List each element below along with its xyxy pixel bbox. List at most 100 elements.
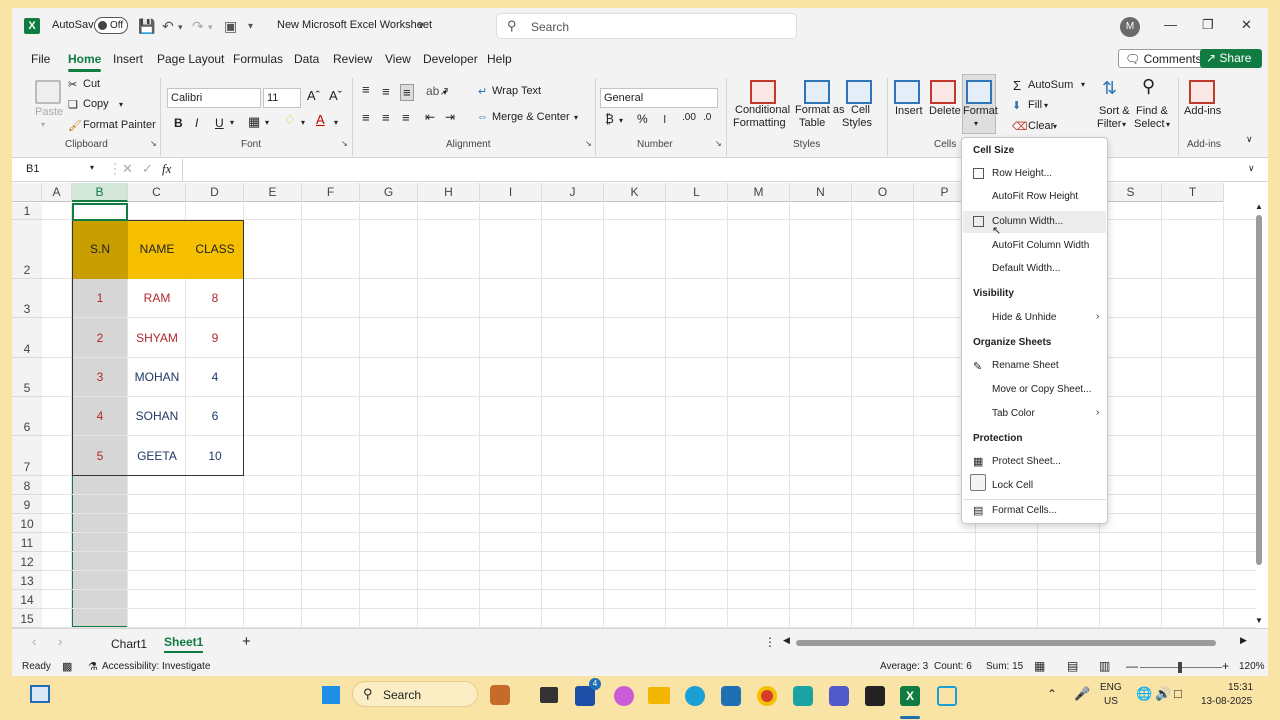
column-header-f[interactable]: F <box>302 183 360 202</box>
font-name-select[interactable]: Calibri <box>167 88 261 108</box>
borders-dropdown-icon[interactable]: ▾ <box>265 118 269 127</box>
taskbar-search[interactable]: ⚲ Search <box>352 681 478 707</box>
column-header-n[interactable]: N <box>790 183 852 202</box>
minimize-icon[interactable]: — <box>1164 17 1177 32</box>
format-cells-item[interactable]: Format Cells... <box>992 505 1057 516</box>
format-painter-button[interactable]: Format Painter <box>83 119 156 131</box>
row-header-13[interactable]: 13 <box>12 571 42 590</box>
row-header-10[interactable]: 10 <box>12 514 42 533</box>
row-header-2[interactable]: 2 <box>12 220 42 279</box>
sheet-tab-chart1[interactable]: Chart1 <box>111 637 147 651</box>
excel-taskbar-icon[interactable]: X <box>900 686 920 706</box>
number-format-select[interactable]: General <box>600 88 718 108</box>
paste-dropdown-icon[interactable]: ▾ <box>41 120 45 129</box>
microphone-icon[interactable]: 🎤 <box>1074 686 1090 702</box>
column-header-a[interactable]: A <box>42 183 72 202</box>
font-size-select[interactable]: 11 <box>263 88 301 108</box>
italic-button[interactable]: I <box>195 116 198 130</box>
row-header-5[interactable]: 5 <box>12 358 42 397</box>
clock-date[interactable]: 13-08-2025 <box>1201 696 1252 707</box>
column-header-h[interactable]: H <box>418 183 480 202</box>
scroll-left-icon[interactable]: ‹ <box>32 634 36 649</box>
row-header-15[interactable]: 15 <box>12 609 42 628</box>
avatar[interactable]: M <box>1120 17 1140 37</box>
conditional-formatting-icon[interactable] <box>750 80 776 104</box>
row-header-9[interactable]: 9 <box>12 495 42 514</box>
tab-color-item[interactable]: Tab Color <box>992 408 1035 419</box>
table-header-cell[interactable]: S.N <box>72 220 128 279</box>
table-cell[interactable]: GEETA <box>128 436 186 476</box>
addins-button[interactable]: Add-ins <box>1184 105 1221 117</box>
sort-filter-dropdown-icon[interactable]: ▾ <box>1122 120 1126 129</box>
tab-split-icon[interactable]: ⋮ <box>764 635 776 649</box>
currency-icon[interactable]: ₿ <box>605 112 614 126</box>
merge-center-button[interactable]: Merge & Center <box>492 111 570 123</box>
zoom-in-icon[interactable]: + <box>1222 659 1229 673</box>
currency-dropdown-icon[interactable]: ▾ <box>619 116 623 125</box>
library-app-icon[interactable] <box>490 685 510 705</box>
scroll-right-icon[interactable]: › <box>58 634 62 649</box>
autofit-row-height-item[interactable]: AutoFit Row Height <box>992 191 1078 202</box>
orientation-dropdown-icon[interactable]: ▾ <box>443 88 447 97</box>
save-icon[interactable]: 💾 <box>138 18 155 35</box>
horizontal-scrollbar-thumb[interactable] <box>796 640 1216 646</box>
autosum-button[interactable]: AutoSum <box>1028 79 1073 91</box>
formula-input[interactable] <box>192 163 952 179</box>
table-cell[interactable]: 10 <box>186 436 244 476</box>
file-explorer-icon[interactable] <box>648 687 670 704</box>
find-select-icon[interactable]: ⚲ <box>1142 76 1155 97</box>
cut-button[interactable]: Cut <box>83 78 100 90</box>
table-cell[interactable]: SHYAM <box>128 318 186 358</box>
protect-sheet-item[interactable]: Protect Sheet... <box>992 456 1061 467</box>
default-width-item[interactable]: Default Width... <box>992 263 1060 274</box>
teal-app-icon[interactable] <box>793 686 813 706</box>
font-launcher-icon[interactable]: ↘ <box>341 139 348 148</box>
column-width-item[interactable]: Column Width... <box>992 216 1063 227</box>
undo-icon[interactable]: ↶ <box>162 18 174 35</box>
select-all-corner[interactable] <box>12 183 42 202</box>
row-header-7[interactable]: 7 <box>12 436 42 476</box>
hscroll-right-icon[interactable]: ▶ <box>1240 635 1247 646</box>
sort-filter-button[interactable]: Sort & <box>1099 105 1130 117</box>
table-cell[interactable]: 5 <box>72 436 128 476</box>
clear-button[interactable]: Clear <box>1028 120 1054 132</box>
table-cell[interactable]: 8 <box>186 279 244 318</box>
terminal-app-icon[interactable] <box>540 687 558 703</box>
copilot-icon[interactable] <box>614 686 634 706</box>
zoom-slider-thumb[interactable] <box>1178 662 1182 673</box>
number-launcher-icon[interactable]: ↘ <box>715 139 722 148</box>
active-cell-b1[interactable] <box>72 203 128 221</box>
insert-cells-icon[interactable] <box>894 80 920 104</box>
normal-view-icon[interactable]: ▦ <box>1034 659 1045 673</box>
name-box[interactable]: B1 <box>24 161 100 179</box>
format-cells-icon[interactable] <box>966 80 992 104</box>
merge-dropdown-icon[interactable]: ▾ <box>574 113 578 122</box>
borders-icon[interactable]: ▦ <box>248 114 260 130</box>
maximize-icon[interactable]: ❐ <box>1202 17 1214 33</box>
clear-dropdown-icon[interactable]: ▾ <box>1053 122 1057 131</box>
accessibility-status[interactable]: Accessibility: Investigate <box>102 661 210 672</box>
move-copy-sheet-item[interactable]: Move or Copy Sheet... <box>992 384 1092 395</box>
find-select-button[interactable]: Find & <box>1136 105 1168 117</box>
network-icon[interactable]: 🌐 <box>1136 686 1152 702</box>
align-top-icon[interactable]: ≡ <box>362 82 370 97</box>
hscroll-left-icon[interactable]: ◀ <box>783 635 790 646</box>
redo-dropdown-icon[interactable]: ▾ <box>208 22 213 33</box>
customize-toolbar-icon[interactable]: ▾ <box>248 21 253 32</box>
conditional-formatting-button[interactable]: Conditional <box>735 104 790 116</box>
column-header-k[interactable]: K <box>604 183 666 202</box>
column-header-s[interactable]: S <box>1100 183 1162 202</box>
share-button[interactable]: ↗ Share <box>1200 49 1262 68</box>
row-header-3[interactable]: 3 <box>12 279 42 318</box>
clipboard-launcher-icon[interactable]: ↘ <box>150 139 157 148</box>
tab-formulas[interactable]: Formulas <box>233 52 283 66</box>
font-color-dropdown-icon[interactable]: ▾ <box>334 118 338 127</box>
ribbon-collapse-icon[interactable]: ∨ <box>1246 134 1253 145</box>
insert-cells-button[interactable]: Insert <box>895 105 923 117</box>
row-header-12[interactable]: 12 <box>12 552 42 571</box>
decrease-decimal-icon[interactable]: .0 <box>703 112 711 123</box>
row-header-8[interactable]: 8 <box>12 476 42 495</box>
addins-icon[interactable] <box>1189 80 1215 104</box>
comments-button[interactable]: 🗨 Comments <box>1118 49 1204 68</box>
camera-icon[interactable]: ▣ <box>224 18 237 35</box>
